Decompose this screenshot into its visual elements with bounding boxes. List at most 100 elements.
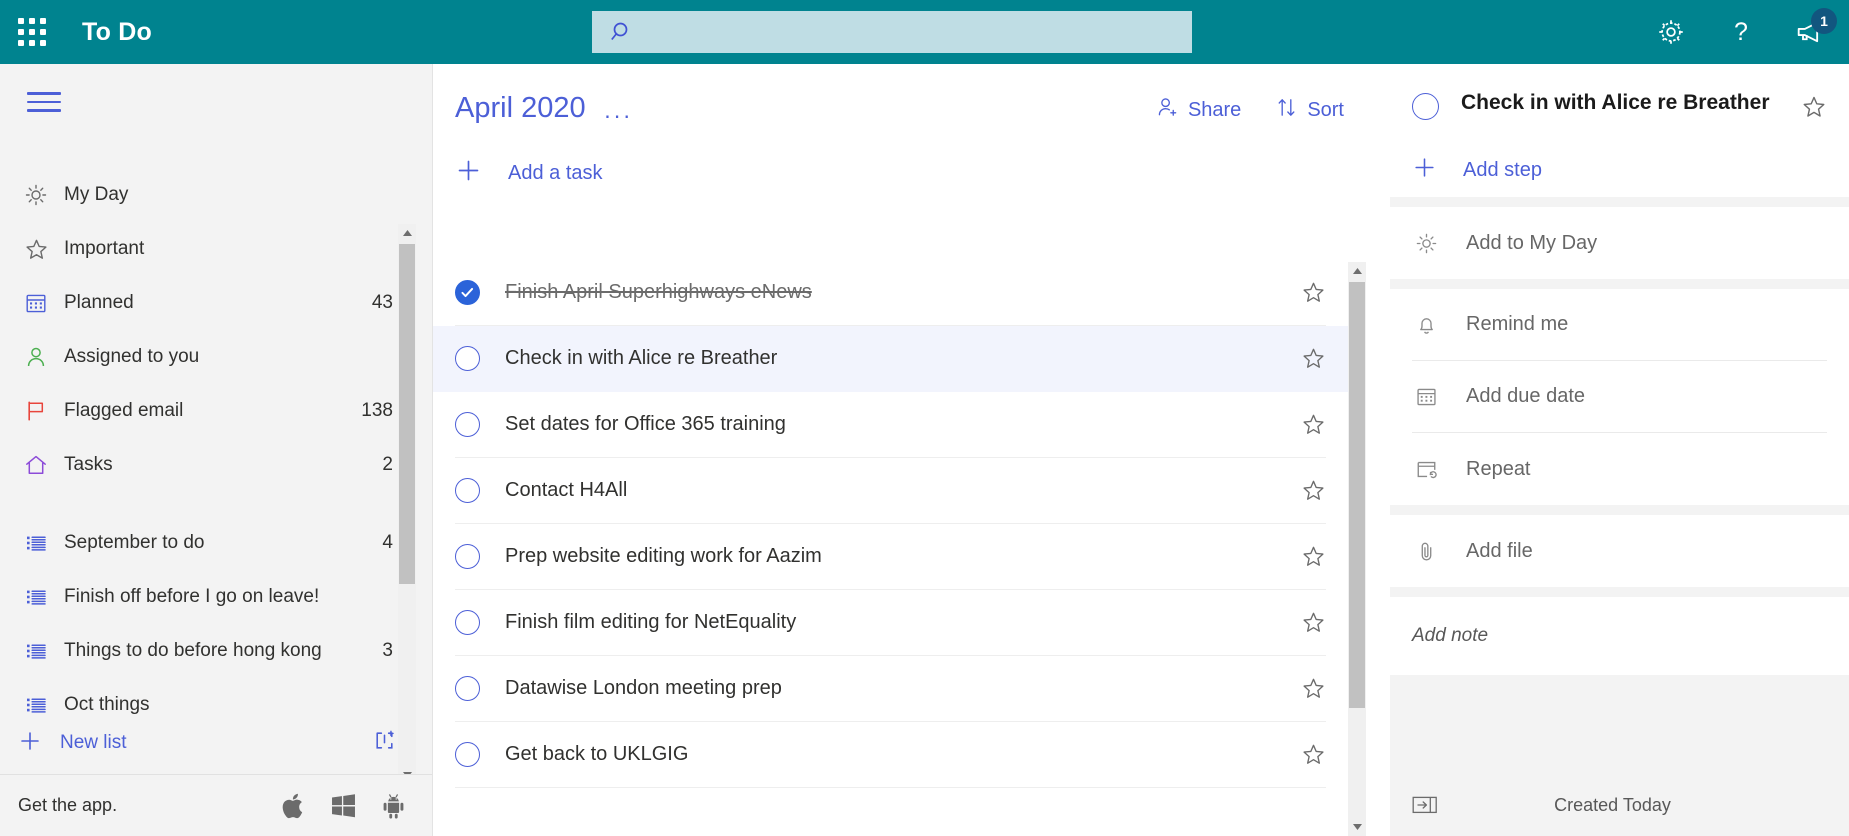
add-due-date-button[interactable]: Add due date xyxy=(1412,361,1827,433)
sort-button[interactable]: Sort xyxy=(1275,96,1344,125)
remind-me-button[interactable]: Remind me xyxy=(1412,289,1827,361)
app-title[interactable]: To Do xyxy=(82,18,152,47)
sidebar-item-finish-off-before-leave[interactable]: Finish off before I go on leave! xyxy=(0,570,415,624)
help-button[interactable]: ? xyxy=(1719,10,1763,54)
sidebar-item-assigned-to-you[interactable]: Assigned to you xyxy=(0,330,415,384)
sidebar-divider xyxy=(0,492,415,516)
add-step-label: Add step xyxy=(1463,158,1542,181)
task-title: Set dates for Office 365 training xyxy=(505,413,786,435)
sidebar-item-flagged-email[interactable]: Flagged email 138 xyxy=(0,384,415,438)
detail-task-checkbox[interactable] xyxy=(1412,93,1439,120)
task-checkbox[interactable] xyxy=(455,676,480,701)
sidebar-item-important[interactable]: Important xyxy=(0,222,415,276)
sidebar-list-container: My Day Important Planned 43 Assigned to … xyxy=(0,168,415,728)
add-task-button[interactable]: Add a task xyxy=(433,149,1378,197)
get-the-app-label: Get the app. xyxy=(18,795,118,815)
list-icon xyxy=(18,531,54,555)
list-icon xyxy=(18,693,54,717)
sidebar-item-my-day[interactable]: My Day xyxy=(0,168,415,222)
table-row[interactable]: Set dates for Office 365 training xyxy=(455,392,1326,458)
table-row[interactable]: Finish film editing for NetEquality xyxy=(455,590,1326,656)
task-checkbox[interactable] xyxy=(455,478,480,503)
add-to-my-day-button[interactable]: Add to My Day xyxy=(1412,207,1827,279)
task-checkbox[interactable] xyxy=(455,346,480,371)
sidebar-item-label: Flagged email xyxy=(64,400,184,421)
star-icon[interactable] xyxy=(1301,280,1326,305)
menu-toggle-button[interactable] xyxy=(27,92,61,112)
scroll-down-arrow-icon[interactable] xyxy=(1348,818,1366,836)
new-group-button[interactable] xyxy=(372,728,397,758)
android-icon[interactable] xyxy=(380,791,407,820)
share-button[interactable]: Share xyxy=(1156,96,1241,125)
repeat-label: Repeat xyxy=(1466,457,1531,480)
list-header: April 2020 ··· Share Sort xyxy=(433,64,1378,149)
feedback-badge: 1 xyxy=(1811,8,1837,34)
table-row[interactable]: Finish April Superhighways eNews xyxy=(455,260,1326,326)
task-checkbox[interactable] xyxy=(455,280,480,305)
task-list-pane: April 2020 ··· Share Sort Add a task Fin… xyxy=(433,64,1378,836)
page-title[interactable]: April 2020 xyxy=(455,92,586,125)
scrollbar-thumb[interactable] xyxy=(399,244,415,584)
new-list-row: New list xyxy=(0,718,415,768)
detail-task-title[interactable]: Check in with Alice re Breather xyxy=(1461,90,1795,117)
star-icon[interactable] xyxy=(1301,676,1326,701)
sidebar-item-count: 4 xyxy=(382,532,393,553)
table-row[interactable]: Prep website editing work for Aazim xyxy=(455,524,1326,590)
sidebar-item-tasks[interactable]: Tasks 2 xyxy=(0,438,415,492)
scroll-up-arrow-icon[interactable] xyxy=(398,224,416,242)
table-row[interactable]: Contact H4All xyxy=(455,458,1326,524)
task-checkbox[interactable] xyxy=(455,412,480,437)
sun-icon xyxy=(1412,232,1440,255)
get-the-app-bar: Get the app. xyxy=(0,774,432,836)
sidebar-item-label: My Day xyxy=(64,184,129,205)
sidebar-item-things-before-hong-kong[interactable]: Things to do before hong kong 3 xyxy=(0,624,415,678)
question-mark-icon: ? xyxy=(1734,18,1748,46)
collapse-detail-pane-button[interactable] xyxy=(1412,795,1438,815)
scrollbar-thumb[interactable] xyxy=(1349,282,1365,708)
table-row[interactable]: Get back to UKLGIG xyxy=(455,722,1326,788)
scroll-up-arrow-icon[interactable] xyxy=(1348,262,1366,280)
task-list-scrollbar[interactable] xyxy=(1348,262,1366,836)
add-to-my-day-label: Add to My Day xyxy=(1466,231,1598,254)
table-row[interactable]: Check in with Alice re Breather xyxy=(433,326,1348,392)
repeat-calendar-icon xyxy=(1412,458,1440,481)
todo-app: To Do ? 1 My Day Important Planned 43 As… xyxy=(0,0,1849,836)
feedback-button[interactable]: 1 xyxy=(1789,8,1837,54)
star-icon[interactable] xyxy=(1301,742,1326,767)
sidebar: My Day Important Planned 43 Assigned to … xyxy=(0,64,433,836)
task-title: Contact H4All xyxy=(505,479,628,501)
star-icon[interactable] xyxy=(1301,610,1326,635)
list-options-button[interactable]: ··· xyxy=(604,104,633,127)
calendar-icon xyxy=(18,291,54,315)
add-step-button[interactable]: Add step xyxy=(1412,143,1827,197)
add-file-button[interactable]: Add file xyxy=(1412,515,1827,587)
add-note-input[interactable]: Add note xyxy=(1412,625,1827,647)
task-checkbox[interactable] xyxy=(455,544,480,569)
search-input[interactable] xyxy=(592,11,1192,53)
repeat-button[interactable]: Repeat xyxy=(1412,433,1827,505)
settings-button[interactable] xyxy=(1649,10,1693,54)
star-icon[interactable] xyxy=(1301,544,1326,569)
windows-icon[interactable] xyxy=(329,791,358,820)
table-row[interactable]: Datawise London meeting prep xyxy=(455,656,1326,722)
sidebar-item-label: Assigned to you xyxy=(64,346,200,367)
star-icon[interactable] xyxy=(1301,346,1326,371)
task-checkbox[interactable] xyxy=(455,610,480,635)
task-title: Get back to UKLGIG xyxy=(505,743,689,765)
gear-icon xyxy=(1659,20,1683,44)
task-title: Check in with Alice re Breather xyxy=(505,347,778,369)
reminders-card: Remind me Add due date Repeat xyxy=(1390,289,1849,505)
sidebar-item-september-to-do[interactable]: September to do 4 xyxy=(0,516,415,570)
sidebar-scrollbar[interactable] xyxy=(398,224,416,784)
app-launcher-button[interactable] xyxy=(0,0,64,64)
star-icon[interactable] xyxy=(1801,94,1827,125)
star-icon[interactable] xyxy=(1301,478,1326,503)
new-list-button[interactable]: New list xyxy=(60,732,372,754)
detail-footer: Created Today xyxy=(1390,774,1849,836)
sidebar-item-label: Tasks xyxy=(64,454,113,475)
task-checkbox[interactable] xyxy=(455,742,480,767)
star-icon[interactable] xyxy=(1301,412,1326,437)
apple-icon[interactable] xyxy=(280,791,307,821)
sidebar-item-planned[interactable]: Planned 43 xyxy=(0,276,415,330)
flag-icon xyxy=(18,399,54,423)
